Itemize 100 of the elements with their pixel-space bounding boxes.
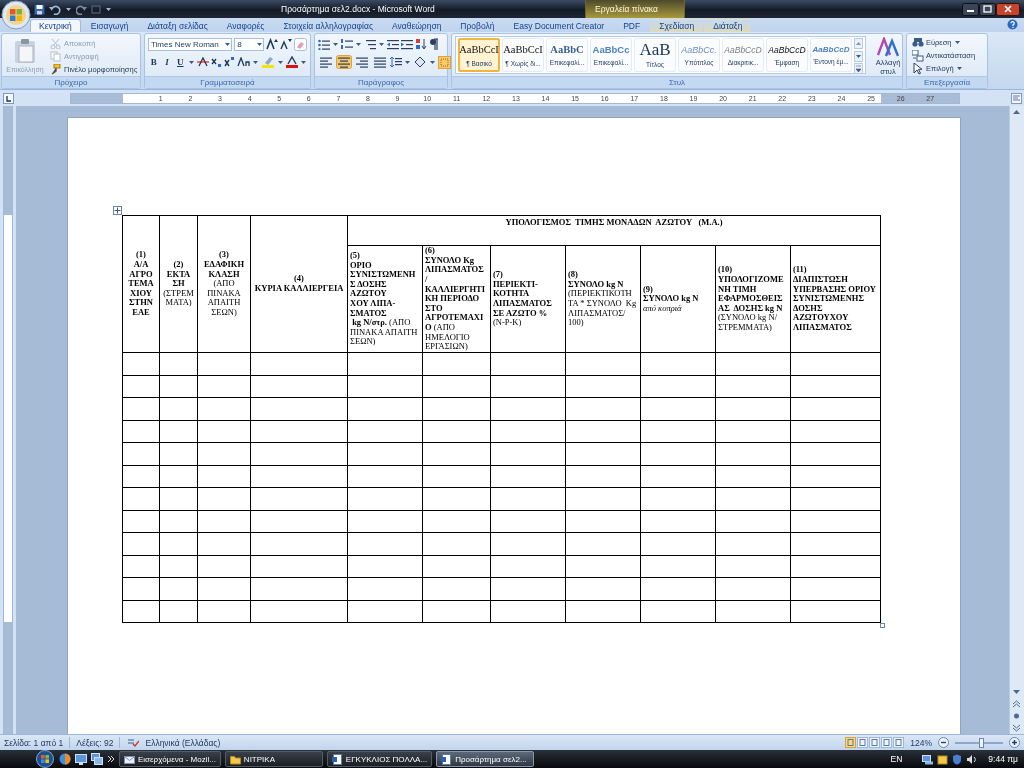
table-header-cell: (6) ΣΥΝΟΛΟ Kg ΛΙΠΑΣΜΑΤΟΣ / ΚΑΛΛΙΕΡΓΗΤΙ ΚΗ ΠΕΡΙΟΔΟ ΣΤΟ ΑΓΡΟΤΕΜΑΧΙ Ο (ΑΠΟ ΗΜΕΛΟΓΙΟ ΕΡΓΑΣΙΩΝ) — [422, 245, 491, 353]
italic-button[interactable]: I — [161, 55, 173, 69]
table-header-cell: (1) Α/Α ΑΓΡΟ ΤΕΜΑ ΧΙΟΥ ΣΤΗΝ ΕΑΕ — [122, 215, 160, 353]
table-header-cell: ΥΠΟΛΟΓΙΣΜΟΣ ΤΙΜΗΣ ΜΟΝΑΔΩΝ ΑΖΩΤΟΥ (Μ.Α.) — [347, 215, 881, 246]
clipboard-icon — [14, 37, 36, 64]
zoom-level[interactable]: 124% — [910, 737, 932, 748]
language-indicator[interactable]: Ελληνικά (Ελλάδας) — [145, 737, 221, 748]
speaker-icon[interactable] — [966, 753, 979, 765]
ruler-toggle-icon[interactable] — [1011, 92, 1022, 104]
subscript-icon[interactable] — [211, 57, 222, 67]
zoom-in-icon[interactable] — [1009, 737, 1020, 748]
shading-icon[interactable] — [413, 56, 427, 68]
caret-icon — [189, 60, 194, 64]
draft-icon[interactable] — [893, 737, 905, 748]
start-button[interactable] — [35, 750, 55, 768]
caret-icon — [278, 60, 283, 64]
strikethrough-icon[interactable] — [197, 57, 209, 67]
bullets-icon[interactable] — [318, 38, 330, 50]
caret-icon — [225, 42, 231, 46]
zoom-slider-thumb[interactable] — [978, 737, 984, 748]
browser-icon[interactable] — [59, 753, 71, 765]
underline-button[interactable]: U — [174, 55, 186, 69]
align-center-icon[interactable] — [336, 55, 352, 69]
ribbon-tab[interactable]: Αναφορές — [217, 19, 274, 32]
minimize-button[interactable] — [962, 2, 979, 16]
tab-selector-icon[interactable] — [3, 92, 14, 104]
print-layout-icon[interactable] — [845, 737, 857, 748]
shield-icon[interactable] — [952, 753, 963, 765]
scroll-down-icon[interactable] — [854, 50, 863, 62]
help-icon[interactable] — [1007, 19, 1018, 30]
ribbon-tab[interactable]: Προβολή — [451, 19, 504, 32]
shrink-font-icon[interactable] — [280, 38, 292, 50]
ribbon-tab[interactable]: Στοιχεία αλληλογραφίας — [274, 19, 382, 32]
font-name-field[interactable]: Times New Roman — [148, 37, 233, 51]
save-icon[interactable] — [34, 3, 45, 15]
align-left-icon[interactable] — [318, 55, 334, 69]
input-language[interactable]: EN — [890, 754, 903, 764]
chevron-icon[interactable] — [107, 755, 115, 763]
formatting-marks-icon[interactable] — [429, 38, 439, 50]
binoculars-icon — [912, 36, 924, 49]
ribbon-tab[interactable]: Διάταξη — [704, 19, 752, 32]
folder-icon — [229, 753, 241, 765]
maximize-button[interactable] — [979, 2, 996, 16]
group-label: Επεξεργασία — [907, 76, 987, 88]
window-title: Προσάρτημα σελ2.docx - Microsoft Word — [281, 4, 435, 14]
taskbar-button[interactable]: ΝΙΤΡΙΚΑ — [224, 751, 323, 767]
bold-button[interactable]: B — [148, 55, 160, 69]
multilevel-list-icon[interactable] — [364, 38, 376, 50]
ribbon-tab[interactable]: PDF — [614, 19, 650, 32]
scissors-icon — [50, 37, 61, 49]
spelling-check-icon[interactable] — [126, 737, 140, 748]
sort-icon[interactable] — [415, 38, 427, 50]
increase-indent-icon[interactable] — [401, 38, 413, 50]
previous-page-icon[interactable] — [1010, 698, 1023, 710]
numbering-icon[interactable] — [341, 38, 353, 50]
font-color-icon[interactable] — [286, 56, 298, 68]
table-move-handle[interactable] — [113, 206, 122, 215]
taskbar-button[interactable]: Εισερχόμενα - Mozil... — [119, 751, 221, 767]
superscript-icon[interactable] — [224, 57, 235, 67]
ribbon-tab[interactable]: Σχεδίαση — [650, 19, 704, 32]
word-count[interactable]: Λέξεις: 92 — [76, 737, 114, 748]
line-spacing-icon[interactable] — [390, 56, 402, 68]
table-header-cell: (2) ΕΚΤΑ ΣΗ (ΣΤΡΕΜ ΜΑΤΑ) — [159, 215, 198, 353]
taskbar-button[interactable]: ΕΓΚΥΚΛΙΟΣ ΠΟΛΛΑ... — [326, 751, 433, 767]
table-header-cell: (8) ΣΥΝΟΛΟ kg N (ΠΕΡΙΕΚΤΙΚΟΤΗ ΤΑ * ΣΥΝΟΛΟ Kg ΛΙΠΑΣΜΑΤΟΣ/ 100) — [565, 245, 641, 353]
copy-icon — [50, 50, 61, 62]
reading-view-icon[interactable] — [857, 737, 869, 748]
windows-switch-icon[interactable] — [91, 753, 103, 765]
redo-icon[interactable] — [76, 3, 87, 15]
align-right-icon[interactable] — [354, 55, 370, 69]
decrease-indent-icon[interactable] — [387, 38, 399, 50]
close-button[interactable] — [996, 2, 1020, 16]
table-resize-handle[interactable] — [880, 623, 885, 628]
web-layout-icon[interactable] — [869, 737, 881, 748]
table-header-cell: (5) ΟΡΙΟ ΣΥΝΙΣΤΩΜΕΝΗ Σ ΔΟΣΗΣ ΑΖΩΤΟΥ ΧΟΥ ΛΙΠΑ- ΣΜΑΤΟΣ kg Ν/στρ. (ΑΠΟ ΠΙΝΑΚΑ ΑΠΑΙΤΗ ΣΕΩΝ) — [347, 245, 423, 353]
taskbar-button[interactable]: Προσάρτημα σελ2... — [436, 751, 535, 767]
font-size-field[interactable]: 8 — [234, 37, 264, 51]
change-case-icon[interactable] — [237, 57, 250, 67]
ribbon-tab[interactable]: Easy Document Creator — [504, 19, 614, 32]
ribbon-tab[interactable]: Διάταξη σελίδας — [138, 19, 217, 32]
replace-icon — [912, 49, 924, 62]
more-icon[interactable] — [854, 63, 863, 74]
ribbon-tab[interactable]: Αναθεώρηση — [383, 19, 451, 32]
ribbon-tab[interactable]: Εισαγωγή — [81, 19, 138, 32]
next-page-icon[interactable] — [1010, 722, 1023, 734]
zoom-out-icon[interactable] — [938, 737, 949, 748]
desktop-icon[interactable] — [75, 753, 87, 765]
pointer-icon — [912, 62, 924, 75]
mail-icon — [124, 753, 135, 765]
table-header-cell: (9) ΣΥΝΟΛΟ kg N από κοπριά — [640, 245, 716, 353]
clock[interactable]: 9:44 πμ — [988, 754, 1018, 764]
caret-icon — [106, 7, 111, 11]
page-count[interactable]: Σελίδα: 1 από 1 — [4, 737, 64, 748]
network-icon[interactable] — [922, 753, 934, 765]
grow-font-icon[interactable] — [266, 38, 278, 50]
align-justify-icon[interactable] — [372, 55, 388, 69]
ribbon-tab[interactable]: Κεντρική — [30, 19, 81, 32]
outline-icon[interactable] — [881, 737, 893, 748]
caret-icon — [379, 42, 384, 46]
undo-icon[interactable] — [49, 3, 61, 15]
